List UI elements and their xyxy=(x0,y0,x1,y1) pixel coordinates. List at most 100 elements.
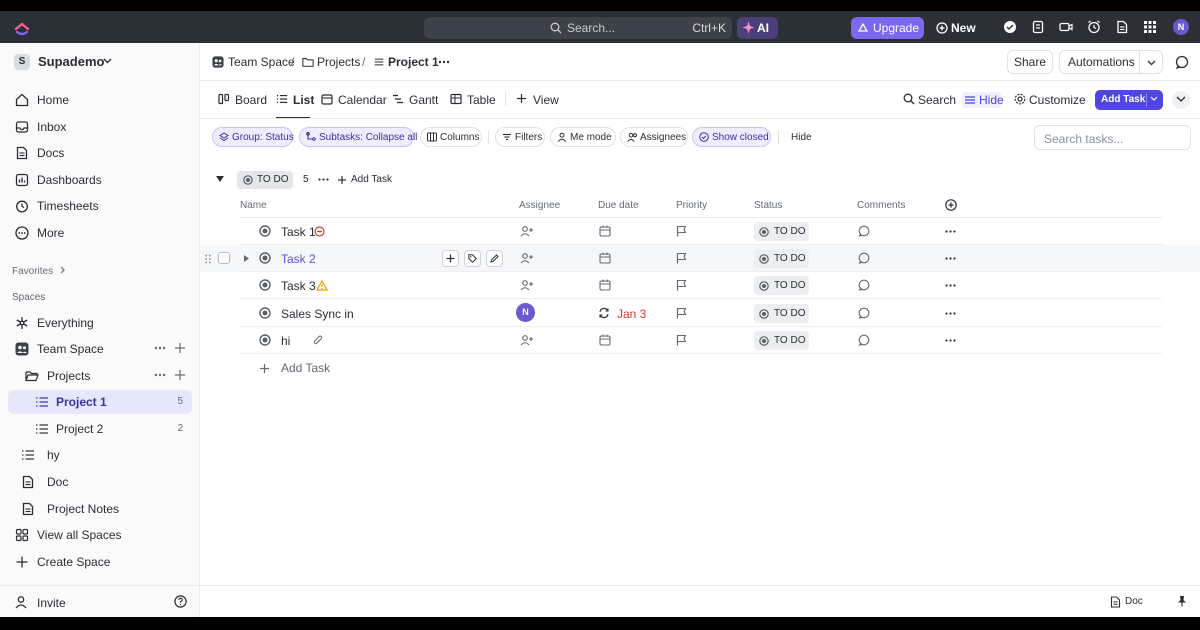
comment-icon[interactable] xyxy=(858,307,870,319)
add-column-icon[interactable] xyxy=(945,199,957,211)
sidebar-item-view-all-spaces[interactable]: View all Spaces xyxy=(8,523,192,547)
check-circle-icon[interactable] xyxy=(1003,20,1017,34)
more-horizontal-icon[interactable] xyxy=(318,178,329,181)
sidebar-item-more[interactable]: More xyxy=(8,221,192,245)
table-row[interactable]: Task 2 TO DO xyxy=(200,245,1200,272)
row-checkbox[interactable] xyxy=(218,252,230,264)
folder-actions-icon[interactable] xyxy=(154,369,186,381)
document-icon[interactable] xyxy=(1115,20,1129,34)
status-badge[interactable]: TO DO xyxy=(754,249,809,268)
flag-icon[interactable] xyxy=(676,334,687,346)
assignees-chip[interactable]: Assignees xyxy=(620,127,688,147)
more-horizontal-icon[interactable] xyxy=(945,257,956,260)
sidebar-item-project-2[interactable]: Project 2 2 xyxy=(8,417,192,441)
comment-icon[interactable] xyxy=(858,279,870,291)
table-row[interactable]: Task 1 TO DO xyxy=(200,218,1200,245)
search-tasks-input[interactable]: Search tasks... xyxy=(1034,125,1191,150)
calendar-icon[interactable] xyxy=(599,252,611,264)
breadcrumb-team-space[interactable]: Team Space xyxy=(228,55,295,69)
flag-icon[interactable] xyxy=(676,252,687,264)
flag-icon[interactable] xyxy=(676,225,687,237)
hide-chip[interactable]: Hide xyxy=(784,127,818,147)
comment-icon[interactable] xyxy=(858,334,870,346)
task-name[interactable]: hi xyxy=(281,334,290,348)
caret-down-icon[interactable] xyxy=(216,176,224,182)
chevron-down-icon[interactable] xyxy=(1150,96,1158,101)
sidebar-item-home[interactable]: Home xyxy=(8,88,192,112)
add-assignee-icon[interactable] xyxy=(520,225,533,237)
comment-icon[interactable] xyxy=(858,225,870,237)
status-badge[interactable]: TO DO xyxy=(754,276,809,295)
subtasks-chip[interactable]: Subtasks: Collapse all xyxy=(299,127,417,147)
global-search-input[interactable]: Search... Ctrl+K xyxy=(424,17,732,39)
status-badge[interactable]: TO DO xyxy=(754,304,809,323)
status-dot-icon[interactable] xyxy=(259,334,271,346)
space-actions-icon[interactable] xyxy=(154,342,186,354)
flag-icon[interactable] xyxy=(676,307,687,319)
rename-button[interactable] xyxy=(486,250,503,267)
sidebar-item-project-notes[interactable]: Project Notes xyxy=(8,497,192,521)
ai-button[interactable]: AI xyxy=(737,17,778,39)
favorites-header[interactable]: Favorites xyxy=(12,266,65,277)
flag-icon[interactable] xyxy=(676,279,687,291)
sidebar-item-doc[interactable]: Doc xyxy=(8,470,192,494)
sidebar-item-dashboards[interactable]: Dashboards xyxy=(8,168,192,192)
status-badge[interactable]: TO DO xyxy=(754,331,809,350)
chat-bubble-icon[interactable] xyxy=(1175,55,1189,69)
drag-handle-icon[interactable] xyxy=(205,254,211,264)
me-mode-chip[interactable]: Me mode xyxy=(550,127,616,147)
status-dot-icon[interactable] xyxy=(259,279,271,291)
task-name[interactable]: Task 1 xyxy=(281,225,316,239)
sidebar-item-timesheets[interactable]: Timesheets xyxy=(8,194,192,218)
task-name[interactable]: Sales Sync in xyxy=(281,307,354,321)
column-header-due-date[interactable]: Due date xyxy=(598,200,639,211)
breadcrumb-project-1[interactable]: Project 1 xyxy=(388,55,439,69)
table-row[interactable]: Task 3 TO DO xyxy=(200,272,1200,299)
filters-chip[interactable]: Filters xyxy=(495,127,545,147)
more-horizontal-icon[interactable] xyxy=(945,312,956,315)
recurring-icon[interactable] xyxy=(598,307,610,319)
sidebar-item-create-space[interactable]: Create Space xyxy=(8,550,192,574)
calendar-icon[interactable] xyxy=(599,225,611,237)
sidebar-item-everything[interactable]: Everything xyxy=(8,311,192,335)
video-icon[interactable] xyxy=(1059,20,1073,34)
sidebar-item-projects[interactable]: Projects xyxy=(18,364,192,388)
new-button[interactable]: New xyxy=(934,17,980,39)
view-hide-button[interactable]: Hide xyxy=(962,92,1004,108)
column-header-name[interactable]: Name xyxy=(240,200,267,211)
help-icon[interactable] xyxy=(174,595,187,608)
calendar-icon[interactable] xyxy=(599,279,611,291)
more-horizontal-icon[interactable] xyxy=(945,339,956,342)
calendar-icon[interactable] xyxy=(599,334,611,346)
table-row[interactable]: Sales Sync in N Jan 3 TO DO xyxy=(200,299,1200,327)
invite-user-icon[interactable] xyxy=(15,595,29,609)
caret-right-icon[interactable] xyxy=(244,255,249,262)
column-header-status[interactable]: Status xyxy=(754,200,782,211)
app-logo-icon[interactable] xyxy=(14,18,30,36)
more-horizontal-icon[interactable] xyxy=(945,230,956,233)
assignee-avatar[interactable]: N xyxy=(516,303,535,322)
status-badge[interactable]: TO DO xyxy=(754,222,809,241)
notepad-icon[interactable] xyxy=(1031,20,1045,34)
invite-button[interactable]: Invite xyxy=(37,596,66,610)
user-avatar[interactable]: N xyxy=(1173,19,1189,35)
table-row[interactable]: hi TO DO xyxy=(200,327,1200,354)
columns-chip[interactable]: Columns xyxy=(420,127,482,147)
column-header-comments[interactable]: Comments xyxy=(857,200,905,211)
status-dot-icon[interactable] xyxy=(259,225,271,237)
status-badge[interactable]: TO DO xyxy=(237,171,293,189)
status-dot-icon[interactable] xyxy=(259,252,271,264)
sidebar-item-docs[interactable]: Docs xyxy=(8,141,192,165)
add-tag-button[interactable] xyxy=(464,250,481,267)
automations-button[interactable]: Automations xyxy=(1059,50,1163,74)
sidebar-item-inbox[interactable]: Inbox xyxy=(8,115,192,139)
pin-icon[interactable] xyxy=(1177,595,1187,607)
chevron-down-icon[interactable] xyxy=(1147,60,1156,66)
more-horizontal-icon[interactable] xyxy=(945,284,956,287)
task-name[interactable]: Task 2 xyxy=(281,252,316,266)
share-button[interactable]: Share xyxy=(1007,50,1053,74)
sidebar-item-project-1[interactable]: Project 1 5 xyxy=(8,390,192,414)
more-horizontal-icon[interactable] xyxy=(438,60,450,64)
breadcrumb-projects[interactable]: Projects xyxy=(317,55,360,69)
column-header-assignee[interactable]: Assignee xyxy=(519,200,560,211)
